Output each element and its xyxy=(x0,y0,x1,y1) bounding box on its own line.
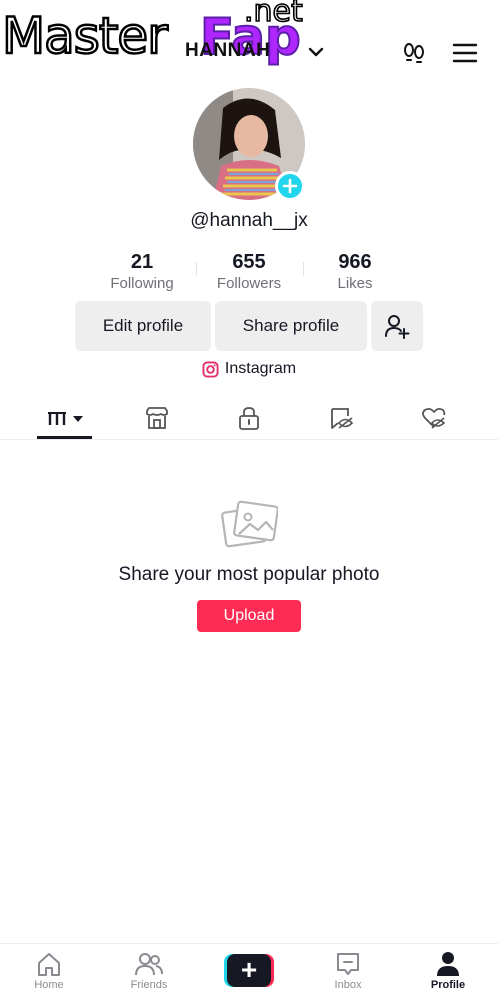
edit-profile-button[interactable]: Edit profile xyxy=(75,301,211,351)
nav-friends[interactable]: Friends xyxy=(114,950,184,991)
nav-profile[interactable]: Profile xyxy=(413,950,483,991)
profile-name-title[interactable]: HANNAH xyxy=(185,40,270,62)
tab-liked[interactable] xyxy=(421,406,447,430)
footprint-icon[interactable] xyxy=(401,40,427,66)
lock-icon xyxy=(239,407,259,430)
stat-likes[interactable]: 966 Likes xyxy=(300,250,410,294)
tab-videos[interactable] xyxy=(47,406,87,430)
tab-shop[interactable] xyxy=(144,406,170,430)
stat-following-value: 21 xyxy=(130,251,154,273)
instagram-label: Instagram xyxy=(224,360,297,377)
username: @hannah__jx xyxy=(190,210,308,231)
friends-icon xyxy=(135,953,163,976)
nav-profile-label: Profile xyxy=(430,979,466,991)
profile-icon xyxy=(437,952,459,976)
profile-header: HANNAH xyxy=(0,0,498,88)
nav-home[interactable]: Home xyxy=(14,950,84,991)
add-friend-button[interactable] xyxy=(371,301,423,351)
stat-following-label: Following xyxy=(110,275,174,292)
plus-icon: + xyxy=(227,954,271,987)
upload-button[interactable]: Upload xyxy=(197,600,301,632)
hamburger-menu-icon[interactable] xyxy=(452,42,478,64)
share-profile-button[interactable]: Share profile xyxy=(215,301,367,351)
create-button[interactable]: + xyxy=(224,954,274,987)
shop-icon xyxy=(146,407,168,429)
profile-tabs xyxy=(0,400,498,440)
stat-followers-label: Followers xyxy=(216,275,282,292)
photo-placeholder-icon xyxy=(221,500,278,548)
home-icon xyxy=(38,953,60,976)
nav-home-label: Home xyxy=(34,979,64,991)
add-person-icon xyxy=(385,315,410,339)
stat-likes-value: 966 xyxy=(338,251,372,273)
nav-inbox-label: Inbox xyxy=(334,979,362,991)
nav-friends-label: Friends xyxy=(130,979,168,991)
add-story-button[interactable] xyxy=(275,171,305,201)
nav-inbox[interactable]: Inbox xyxy=(313,950,383,991)
plus-icon xyxy=(282,178,298,194)
stat-following[interactable]: 21 Following xyxy=(87,250,197,294)
bottom-navigation: Home Friends + Inbox Profile xyxy=(0,943,498,1000)
tab-reposts[interactable] xyxy=(329,406,355,430)
tab-private[interactable] xyxy=(236,406,262,430)
active-tab-indicator xyxy=(37,436,92,439)
stat-followers[interactable]: 655 Followers xyxy=(194,250,304,294)
bookmark-eye-icon xyxy=(331,408,354,429)
heart-eye-icon xyxy=(422,407,446,429)
empty-state-title: Share your most popular photo xyxy=(118,564,380,585)
stat-followers-value: 655 xyxy=(232,251,266,273)
instagram-link[interactable]: Instagram xyxy=(0,360,498,378)
chevron-down-icon[interactable] xyxy=(306,42,326,62)
instagram-icon xyxy=(202,360,219,378)
stat-likes-label: Likes xyxy=(337,275,373,292)
inbox-icon xyxy=(337,953,359,975)
grid-bars-icon xyxy=(48,412,83,425)
